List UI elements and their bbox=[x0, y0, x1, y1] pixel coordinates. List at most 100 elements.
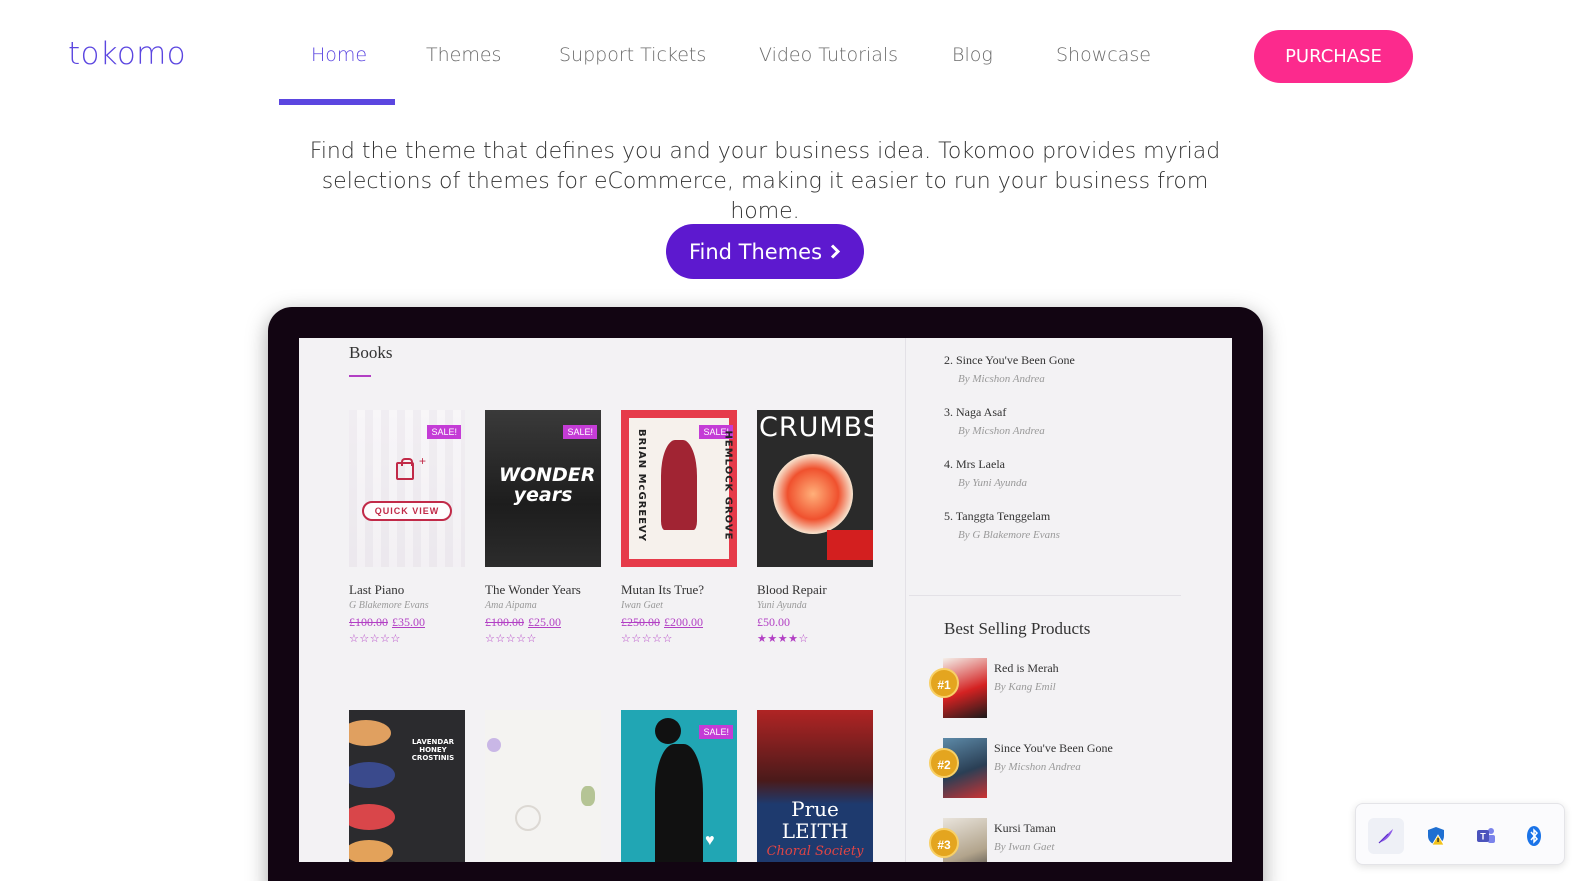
quick-view-button[interactable]: QUICK VIEW bbox=[362, 501, 452, 521]
list-item-title[interactable]: 2. Since You've Been Gone bbox=[944, 353, 1075, 368]
book-card[interactable]: SALE! + QUICK VIEW Last Piano G Blakemor… bbox=[349, 410, 465, 645]
list-item-title[interactable]: 3. Naga Asaf bbox=[944, 405, 1075, 420]
hero-line-2: selections of themes for eCommerce, maki… bbox=[321, 169, 1209, 224]
cover-art bbox=[487, 738, 501, 752]
book-card[interactable]: SALE! ♥ bbox=[621, 710, 737, 862]
best-selling-title-text[interactable]: Red is Merah bbox=[994, 661, 1059, 676]
find-themes-button[interactable]: Find Themes bbox=[666, 224, 864, 279]
star-rating: ☆☆☆☆☆ bbox=[621, 633, 673, 645]
list-item-title[interactable]: 4. Mrs Laela bbox=[944, 457, 1075, 472]
cover-title: Prue LEITH bbox=[781, 797, 849, 843]
nav-blog[interactable]: Blog bbox=[952, 44, 993, 66]
sale-price: £200.00 bbox=[664, 615, 703, 629]
best-selling-item[interactable]: #3 Kursi Taman By Iwan Gaet bbox=[929, 818, 1189, 862]
logo[interactable]: tokomo bbox=[68, 36, 186, 72]
book-card[interactable]: CRUMBS Blood Repair Yuni Ayunda £50.00 ★… bbox=[757, 410, 873, 645]
nav-home[interactable]: Home bbox=[311, 44, 367, 66]
books-title-underline bbox=[349, 375, 371, 377]
book-cover[interactable]: CRUMBS bbox=[757, 410, 873, 567]
list-item-title[interactable]: 5. Tanggta Tenggelam bbox=[944, 509, 1075, 524]
book-cover[interactable]: SALE! ♥ bbox=[621, 710, 737, 862]
book-card[interactable]: LAVENDAR HONEY CROSTINIS bbox=[349, 710, 465, 862]
star-rating: ☆☆☆☆☆ bbox=[485, 633, 537, 645]
best-selling-title: Best Selling Products bbox=[944, 619, 1091, 638]
hero-line-1: Find the theme that defines you and your… bbox=[309, 139, 1221, 164]
book-cover[interactable]: Prue LEITH Choral Society bbox=[757, 710, 873, 862]
theme-preview-screen: Books SALE! + QUICK VIEW Last Piano G Bl… bbox=[299, 338, 1232, 862]
nav-support-tickets[interactable]: Support Tickets bbox=[559, 44, 706, 66]
best-selling-title-text[interactable]: Since You've Been Gone bbox=[994, 741, 1113, 756]
list-item[interactable]: 4. Mrs Laela By Yuni Ayunda bbox=[944, 457, 1075, 489]
heart-icon[interactable]: ♥ bbox=[705, 832, 715, 850]
book-cover[interactable]: SALE! WONDER years bbox=[485, 410, 601, 567]
sale-price: £35.00 bbox=[392, 615, 425, 629]
teams-icon[interactable]: T bbox=[1468, 818, 1504, 854]
plus-icon: + bbox=[419, 454, 427, 468]
best-selling-item[interactable]: #1 Red is Merah By Kang Emil bbox=[929, 658, 1189, 722]
cover-author-spine: BRIAN McGREEVY bbox=[636, 428, 648, 543]
book-price: £100.00 £35.00 bbox=[349, 615, 465, 630]
sale-badge: SALE! bbox=[699, 725, 733, 739]
best-selling-title-text[interactable]: Kursi Taman bbox=[994, 821, 1056, 836]
crostini-image bbox=[349, 804, 395, 830]
nav-active-indicator bbox=[279, 99, 395, 105]
book-author: Iwan Gaet bbox=[621, 600, 663, 611]
chevron-right-icon bbox=[830, 244, 841, 259]
orange-image bbox=[773, 454, 853, 534]
nav-video-tutorials[interactable]: Video Tutorials bbox=[759, 44, 898, 66]
price: £50.00 bbox=[757, 615, 790, 629]
cover-title: CRUMBS bbox=[759, 412, 873, 443]
list-item[interactable]: 5. Tanggta Tenggelam By G Blakemore Evan… bbox=[944, 509, 1075, 541]
best-selling-author: By Kang Emil bbox=[994, 681, 1056, 693]
book-cover[interactable]: SALE! + QUICK VIEW bbox=[349, 410, 465, 567]
shopping-bag-icon[interactable] bbox=[396, 458, 414, 480]
book-title[interactable]: Blood Repair bbox=[757, 582, 873, 598]
list-item[interactable]: 2. Since You've Been Gone By Micshon And… bbox=[944, 353, 1075, 385]
best-selling-author: By Iwan Gaet bbox=[994, 841, 1055, 853]
hero-description: Find the theme that defines you and your… bbox=[290, 137, 1240, 227]
cover-art bbox=[581, 786, 595, 806]
shield-warning-icon[interactable] bbox=[1418, 818, 1454, 854]
purchase-button[interactable]: PURCHASE bbox=[1254, 30, 1413, 83]
book-card[interactable]: SALE! WONDER years The Wonder Years Ama … bbox=[485, 410, 601, 645]
book-card[interactable] bbox=[485, 710, 601, 862]
book-cover[interactable] bbox=[485, 710, 601, 862]
cover-art bbox=[655, 718, 681, 744]
sidebar-divider bbox=[905, 338, 906, 862]
book-card[interactable]: Prue LEITH Choral Society bbox=[757, 710, 873, 862]
svg-text:T: T bbox=[1480, 832, 1486, 842]
book-cover[interactable]: LAVENDAR HONEY CROSTINIS bbox=[349, 710, 465, 862]
feather-pen-icon[interactable] bbox=[1368, 818, 1404, 854]
books-section-title: Books bbox=[349, 343, 393, 362]
list-item-author: By Micshon Andrea bbox=[958, 373, 1045, 385]
sale-badge: SALE! bbox=[427, 425, 461, 439]
star-rating: ★★★★☆ bbox=[757, 633, 809, 645]
list-item[interactable]: 3. Naga Asaf By Micshon Andrea bbox=[944, 405, 1075, 437]
cover-art bbox=[515, 805, 541, 831]
rank-badge: #3 bbox=[929, 828, 959, 858]
top-books-list: 2. Since You've Been Gone By Micshon And… bbox=[944, 353, 1075, 561]
crostini-image bbox=[349, 762, 395, 788]
book-cover[interactable]: SALE! BRIAN McGREEVY HEMLOCK GROVE bbox=[621, 410, 737, 567]
book-title[interactable]: The Wonder Years bbox=[485, 582, 601, 598]
old-price: £100.00 bbox=[485, 615, 524, 629]
crostini-image bbox=[349, 840, 393, 862]
old-price: £250.00 bbox=[621, 615, 660, 629]
book-title[interactable]: Last Piano bbox=[349, 582, 465, 598]
nav-themes[interactable]: Themes bbox=[426, 44, 501, 66]
list-item-author: By G Blakemore Evans bbox=[958, 529, 1060, 541]
cover-art bbox=[661, 440, 697, 530]
cover-title: WONDER years bbox=[499, 464, 596, 506]
book-title[interactable]: Mutan Its True? bbox=[621, 582, 737, 598]
best-selling-item[interactable]: #2 Since You've Been Gone By Micshon And… bbox=[929, 738, 1189, 802]
bluetooth-icon[interactable] bbox=[1516, 818, 1552, 854]
book-card[interactable]: SALE! BRIAN McGREEVY HEMLOCK GROVE Mutan… bbox=[621, 410, 737, 645]
book-author: Ama Aipama bbox=[485, 600, 537, 611]
list-item-author: By Micshon Andrea bbox=[958, 425, 1045, 437]
cover-title-spine: HEMLOCK GROVE bbox=[722, 430, 734, 541]
nav-showcase[interactable]: Showcase bbox=[1056, 44, 1151, 66]
sale-badge: SALE! bbox=[563, 425, 597, 439]
sidebar-section-divider bbox=[909, 595, 1181, 596]
list-item-author: By Yuni Ayunda bbox=[958, 477, 1028, 489]
book-author: G Blakemore Evans bbox=[349, 600, 429, 611]
